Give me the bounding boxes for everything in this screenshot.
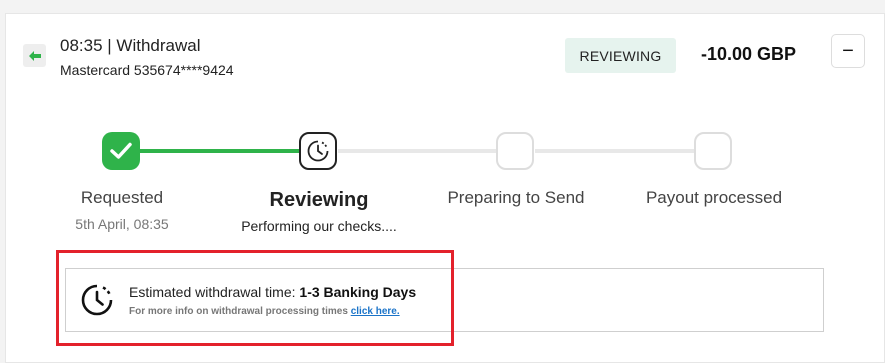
step-payout-indicator — [694, 132, 732, 170]
status-badge: REVIEWING — [565, 38, 676, 73]
step-reviewing-indicator — [299, 132, 337, 170]
progress-line-pending — [338, 149, 496, 153]
step-preparing-indicator — [496, 132, 534, 170]
clock-icon — [81, 284, 113, 316]
back-button[interactable] — [23, 44, 46, 67]
progress-line-pending — [535, 149, 695, 153]
processing-info-text: For more info on withdrawal processing t… — [129, 306, 400, 317]
estimated-time-box — [65, 268, 824, 332]
transaction-title: 08:35 | Withdrawal — [60, 36, 201, 55]
payment-method: Mastercard 535674****9424 — [60, 62, 234, 78]
step-payout-label: Payout processed — [645, 188, 783, 207]
check-icon — [110, 142, 132, 159]
estimated-time-text: Estimated withdrawal time: 1-3 Banking D… — [129, 284, 416, 300]
step-reviewing-subtext: Performing our checks.... — [241, 218, 397, 234]
transaction-amount: -10.00 GBP — [701, 44, 797, 64]
estimated-time-value: 1-3 Banking Days — [299, 284, 417, 300]
progress-line-complete — [140, 149, 300, 153]
clock-icon — [307, 140, 329, 162]
estimated-time-prefix: Estimated withdrawal time: — [129, 284, 300, 300]
click-here-link[interactable]: click here. — [351, 306, 400, 317]
step-requested-indicator — [102, 132, 140, 170]
collapse-button[interactable]: − — [831, 34, 865, 68]
processing-info-prefix: For more info on withdrawal processing t… — [129, 306, 351, 317]
arrow-left-icon — [28, 50, 41, 61]
minus-icon: − — [842, 40, 854, 62]
